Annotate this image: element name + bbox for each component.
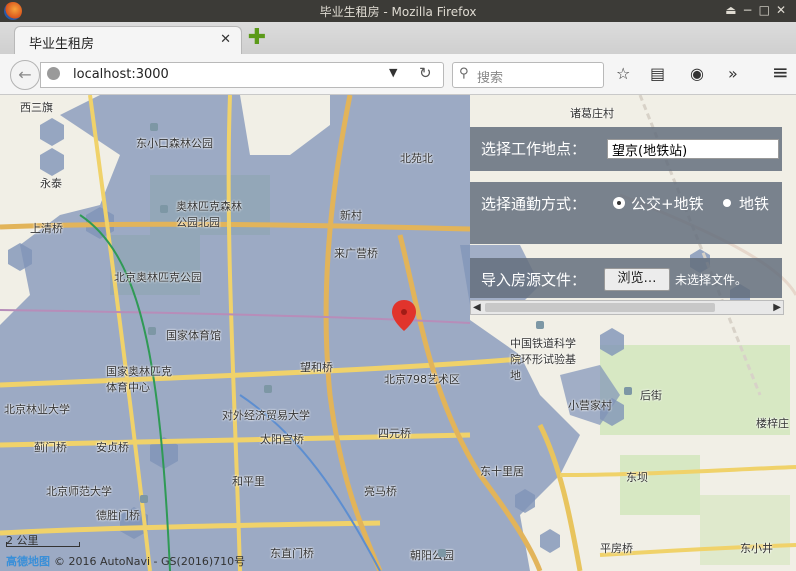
map-label: 奥林匹克森林公园北园 — [176, 200, 242, 229]
map-label: 来广营桥 — [334, 247, 378, 260]
radio-bus-subway[interactable]: 公交+地铁 — [615, 193, 704, 214]
radio-unselected-icon[interactable] — [723, 199, 731, 207]
eject-icon[interactable]: ⏏ — [725, 3, 742, 17]
map-label: 新村 — [340, 209, 362, 222]
map-copyright: 高德地图 © 2016 AutoNavi - GS(2016)710号 — [6, 553, 245, 569]
map-label: 太阳宫桥 — [260, 433, 304, 446]
commute-mode-panel: 选择通勤方式： 公交+地铁 地铁 — [470, 182, 782, 244]
search-bar[interactable]: ⚲ 搜索 — [452, 62, 604, 88]
horizontal-scrollbar[interactable]: ◀ ▶ — [470, 300, 784, 315]
map-label: 东十里居 — [480, 465, 524, 478]
radio-selected-icon[interactable] — [615, 199, 623, 207]
map-label: 平房桥 — [600, 542, 633, 555]
map-label: 西三旗 — [20, 101, 53, 114]
import-file-panel: 导入房源文件： 浏览… 未选择文件。 — [470, 258, 782, 298]
map-label: 北京798艺术区 — [384, 373, 460, 386]
maximize-button[interactable]: □ — [759, 3, 776, 17]
bookmark-star-icon[interactable]: ☆ — [616, 64, 630, 83]
map-label: 德胜门桥 — [96, 509, 140, 522]
tab-bar: 毕业生租房 ✕ ✚ — [0, 22, 796, 55]
import-file-label: 导入房源文件： — [481, 271, 587, 289]
globe-icon — [47, 67, 60, 80]
poi-icon — [150, 123, 158, 131]
hamburger-menu-icon[interactable]: ≡ — [772, 60, 789, 84]
scrollbar-thumb[interactable] — [485, 303, 715, 312]
map-label: 东坝 — [626, 471, 648, 484]
commute-mode-label: 选择通勤方式： — [481, 195, 587, 213]
amap-logo[interactable]: 高德地图 — [6, 555, 50, 568]
map-label: 国家体育馆 — [166, 329, 221, 342]
scroll-left-icon[interactable]: ◀ — [473, 302, 481, 313]
marker-dot — [401, 309, 407, 315]
browse-button[interactable]: 浏览… — [604, 268, 670, 291]
no-file-text: 未选择文件。 — [675, 273, 748, 287]
park-area — [620, 455, 700, 515]
poi-icon — [148, 327, 156, 335]
map-label: 朝阳公园 — [410, 549, 454, 562]
copyright-text: © 2016 AutoNavi - GS(2016)710号 — [54, 555, 246, 568]
map-label: 上清桥 — [30, 222, 63, 235]
poi-icon — [160, 205, 168, 213]
map-label: 东小口森林公园 — [136, 137, 213, 150]
poi-icon — [264, 385, 272, 393]
navigation-toolbar: ← localhost:3000 ▼ ↻ ⚲ 搜索 ☆ ▤ ◉ » ≡ — [0, 54, 796, 95]
map-label: 后街 — [640, 389, 662, 402]
url-text[interactable]: localhost:3000 — [73, 67, 169, 82]
map-label: 诸葛庄村 — [570, 107, 614, 120]
map-label: 北京林业大学 — [4, 403, 70, 416]
option-bus-subway-label: 公交+地铁 — [631, 195, 704, 213]
poi-icon — [140, 495, 148, 503]
map-label: 东直门桥 — [270, 547, 314, 560]
new-tab-button[interactable]: ✚ — [246, 27, 268, 50]
work-location-input[interactable] — [607, 139, 779, 159]
window-titlebar: 毕业生租房 - Mozilla Firefox ⏏−□✕ — [0, 0, 796, 22]
map-label: 中国铁道科学院环形试验基地 — [510, 337, 576, 382]
minimize-button[interactable]: − — [743, 3, 759, 17]
map-scale-bar — [6, 542, 80, 547]
close-window-button[interactable]: ✕ — [776, 3, 792, 17]
map-label: 四元桥 — [378, 427, 411, 440]
window-title: 毕业生租房 - Mozilla Firefox — [319, 5, 477, 19]
tab-active[interactable]: 毕业生租房 ✕ — [14, 26, 242, 55]
tab-title: 毕业生租房 — [29, 37, 95, 52]
search-placeholder: 搜索 — [477, 71, 504, 86]
map-label: 东小井 — [740, 542, 773, 555]
pocket-icon[interactable]: ◉ — [690, 64, 704, 83]
poi-icon — [438, 549, 446, 557]
back-button[interactable]: ← — [10, 60, 40, 90]
map-label: 望和桥 — [300, 361, 333, 374]
overflow-menu-icon[interactable]: » — [728, 64, 738, 83]
map-label: 对外经济贸易大学 — [222, 409, 310, 422]
window-controls[interactable]: ⏏−□✕ — [725, 3, 792, 17]
poi-icon — [536, 321, 544, 329]
map-label: 安贞桥 — [96, 441, 129, 454]
scroll-right-icon[interactable]: ▶ — [773, 302, 781, 313]
map-label: 楼梓庄 — [756, 417, 789, 430]
map-label: 和平里 — [232, 475, 265, 488]
reading-list-icon[interactable]: ▤ — [650, 64, 665, 83]
poi-icon — [624, 387, 632, 395]
work-location-label: 选择工作地点： — [481, 140, 587, 158]
map-label: 北京奥林匹克公园 — [114, 271, 202, 284]
reload-icon[interactable]: ↻ — [419, 64, 432, 82]
radio-subway[interactable]: 地铁 — [723, 193, 781, 215]
option-subway-label: 地铁 — [739, 195, 770, 213]
map-label: 北苑北 — [400, 152, 433, 165]
tab-close-icon[interactable]: ✕ — [220, 32, 231, 47]
map-label: 亮马桥 — [364, 485, 397, 498]
map-label: 北京师范大学 — [46, 485, 112, 498]
map-label: 小营家村 — [568, 399, 612, 412]
url-dropdown-icon[interactable]: ▼ — [389, 66, 397, 79]
map-label: 国家奥林匹克体育中心 — [106, 365, 172, 394]
url-bar[interactable]: localhost:3000 ▼ ↻ — [40, 62, 444, 88]
search-icon: ⚲ — [459, 66, 469, 81]
map-label: 蓟门桥 — [34, 441, 67, 454]
work-location-panel: 选择工作地点： — [470, 127, 782, 171]
map-label: 永泰 — [40, 177, 62, 190]
